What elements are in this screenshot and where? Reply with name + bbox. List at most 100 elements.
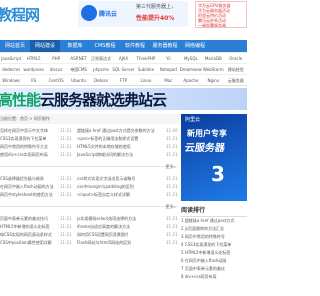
sub-nav-link[interactable]: Sublime (135, 64, 157, 74)
side-link[interactable]: 一键部署服务器 (198, 23, 244, 27)
sub-nav-link[interactable]: ASP.NET (67, 53, 89, 63)
list-item: CSS3实现漂亮的下拉菜单 11-21 <pre>标签的正确用法和样式设置 11-21 (0, 135, 178, 143)
banner-green: 高性能 (0, 91, 41, 109)
nav-item-db[interactable]: 数据库 (60, 40, 90, 52)
date: 11-21 (166, 136, 178, 141)
ad-line-2: 性能提升40% (136, 15, 175, 22)
nav-item-program[interactable]: 网络编程 (180, 40, 210, 52)
sub-nav-link[interactable]: Oracle (225, 53, 247, 63)
sub-nav-link[interactable]: AJAX (112, 53, 134, 63)
rank-item[interactable]: 3 网页中常用的特殊符号 (181, 233, 247, 241)
date: 11-21 (60, 192, 72, 197)
article-link[interactable]: css样式实现文字溢出显示省略号 (77, 175, 135, 183)
nav-item-cms[interactable]: CMS教程 (90, 40, 120, 52)
date: 11-21 (166, 192, 178, 197)
sidebar-ad[interactable]: 阿里云 新用户专享 云服务器 3 (181, 114, 247, 201)
article-link[interactable]: js实现模拟select选项选择的方法 (77, 215, 136, 223)
sub-nav-link[interactable]: ThinkPHP (135, 53, 157, 63)
sub-nav-link[interactable]: CentOS (45, 75, 67, 85)
sub-nav-link[interactable]: Windows (0, 75, 22, 85)
article-link[interactable]: JavaScript跨域访问的解决方法 (77, 151, 133, 159)
nav-item-web[interactable]: 网站建设 (30, 40, 60, 52)
sub-nav-link[interactable]: Debian (90, 75, 112, 85)
sub-nav-link[interactable]: Ubuntu (67, 75, 89, 85)
article-link[interactable]: 页面中表单元素的美化技巧 (0, 216, 48, 221)
sub-nav-link[interactable]: SQL Server (112, 64, 134, 74)
rank-item[interactable]: 7 页面中表单元素的美化 (181, 265, 247, 273)
sub-nav-link[interactable]: IIS (22, 75, 44, 85)
sub-nav-link[interactable]: WebStorm (202, 64, 224, 74)
sub-nav-link[interactable]: FTP (112, 75, 134, 85)
nav-item-soft[interactable]: 软件教程 (120, 40, 150, 52)
sub-nav-link[interactable]: MySQL (180, 53, 202, 63)
article-link[interactable]: 网页中stylesheet的使用方法 (0, 192, 53, 197)
rank-item[interactable]: 5 HTML5中新增语义化标签 (181, 249, 247, 257)
sub-nav-link[interactable]: 帝国CMS (67, 64, 89, 74)
article-link[interactable]: CSS中position属性使用详解 (0, 240, 52, 245)
article-link[interactable]: <input>标签自定义样式详解 (77, 191, 130, 199)
rank-item[interactable]: 6 在网页中嵌入flash动画 (181, 257, 247, 265)
ad-brand: 腾讯云 (99, 11, 118, 18)
sub-nav-row: Windows IIS CentOS Ubuntu Debian FTP Linux Mac A… (0, 74, 247, 85)
sub-nav-link[interactable]: MariaDB (202, 53, 224, 63)
date: 11-21 (166, 176, 178, 181)
rank-item[interactable]: 1 超链接a href 通过post方式 (181, 217, 247, 225)
date: 11-21 (60, 240, 72, 245)
article-link[interactable]: 超链接a href 通过post方式提交参数的方法 (77, 127, 155, 135)
list-item: HTML5中新增的语义化标签 11-21 iframe自适应高度的解决方法 11-21 (0, 223, 178, 231)
article-link[interactable]: 在网页中嵌入flash动画的方法 (0, 184, 54, 189)
sub-nav-link[interactable]: 云服务器 (225, 75, 247, 85)
sub-nav-link[interactable]: PHP (45, 53, 67, 63)
article-link[interactable]: <pre>标签的正确用法和样式设置 (77, 135, 138, 143)
nav-item-home[interactable]: 网站首页 (0, 40, 30, 52)
date: 11-21 (60, 232, 72, 237)
article-link[interactable]: CSS3实现漂亮的下拉菜单 (0, 136, 46, 141)
sub-nav-link[interactable]: 建站经验 (225, 64, 247, 74)
nav-item-server[interactable]: 服务器教程 (150, 40, 180, 52)
article-link[interactable]: iframe自适应高度的解决方法 (77, 223, 130, 231)
promo-banner[interactable]: 高性能云服务器就选弗站云 (0, 88, 247, 110)
article-link[interactable]: CSS选择器优先级与继承 (0, 176, 44, 181)
rank-item[interactable]: 8 div+css网页布局 (181, 273, 247, 281)
date: 11-21 (166, 152, 178, 157)
site-logo[interactable]: 教程网 (0, 4, 40, 25)
rank-item[interactable]: 2 js页面跳转的方法汇总 (181, 225, 247, 233)
sub-nav-link[interactable]: wordpress (22, 64, 44, 74)
date: 11-21 (166, 144, 178, 149)
sub-nav-link[interactable]: Yii (157, 53, 179, 63)
article-link[interactable]: 使用div+css实现网页布局 (0, 152, 48, 157)
more-link[interactable]: 更多» (165, 164, 176, 170)
article-link[interactable]: css中margin与padding的区别 (77, 183, 134, 191)
list-item: 纯CSS实现的网页滚动条样式 11-21 如何用CSS设置网页背景图片 11-21 (0, 231, 178, 239)
article-link[interactable]: 纯CSS实现的网页滚动条样式 (0, 232, 52, 237)
date: 11-21 (60, 152, 72, 157)
date: 11-21 (166, 184, 178, 189)
sub-nav-link[interactable]: Apache (180, 75, 202, 85)
ad-right-line-2: 云服务器 (183, 143, 226, 154)
sub-nav-link[interactable]: Notepad (157, 64, 179, 74)
more-link[interactable]: 更多» (165, 204, 176, 210)
article-link[interactable]: 怎样在网页中显示中文字体 (0, 128, 48, 133)
sub-nav-link[interactable]: Dreamweaver (180, 64, 202, 74)
rank-title: 阅读排行 (181, 205, 247, 217)
article-link[interactable]: HTML5文件的本地存储的使用 (77, 143, 131, 151)
sub-nav-link[interactable]: discuz (45, 64, 67, 74)
date: 11-26 (166, 128, 178, 133)
sub-nav-link[interactable]: dedecms (0, 64, 22, 74)
article-link[interactable]: 如何用CSS设置网页背景图片 (77, 231, 129, 239)
ad-right-number: 3 (211, 162, 225, 186)
article-link[interactable]: Flash网站与html5网站的区别 (77, 239, 131, 247)
rank-item[interactable]: 4 CSS3实现漂亮的下拉菜单 (181, 241, 247, 249)
sub-nav-link[interactable]: phpcms (90, 64, 112, 74)
date: 11-21 (166, 240, 178, 245)
header-ad[interactable]: 腾讯云 第三代服务器上， 性能提升40% (78, 1, 188, 27)
sub-nav-link[interactable]: Nginx (202, 75, 224, 85)
sub-nav-link[interactable]: Mac (157, 75, 179, 85)
sub-nav-link[interactable]: HTML5 (22, 53, 44, 63)
article-link[interactable]: HTML5中新增的语义化标签 (0, 224, 50, 229)
ad-brand-right: 阿里云 (185, 117, 201, 123)
article-link[interactable]: 网页中常用的特殊符号大全 (0, 144, 48, 149)
sub-nav-link[interactable]: JavaScript (0, 53, 22, 63)
sub-nav-link[interactable]: Linux (135, 75, 157, 85)
sub-nav-link[interactable]: 正则表达式 (90, 53, 112, 63)
